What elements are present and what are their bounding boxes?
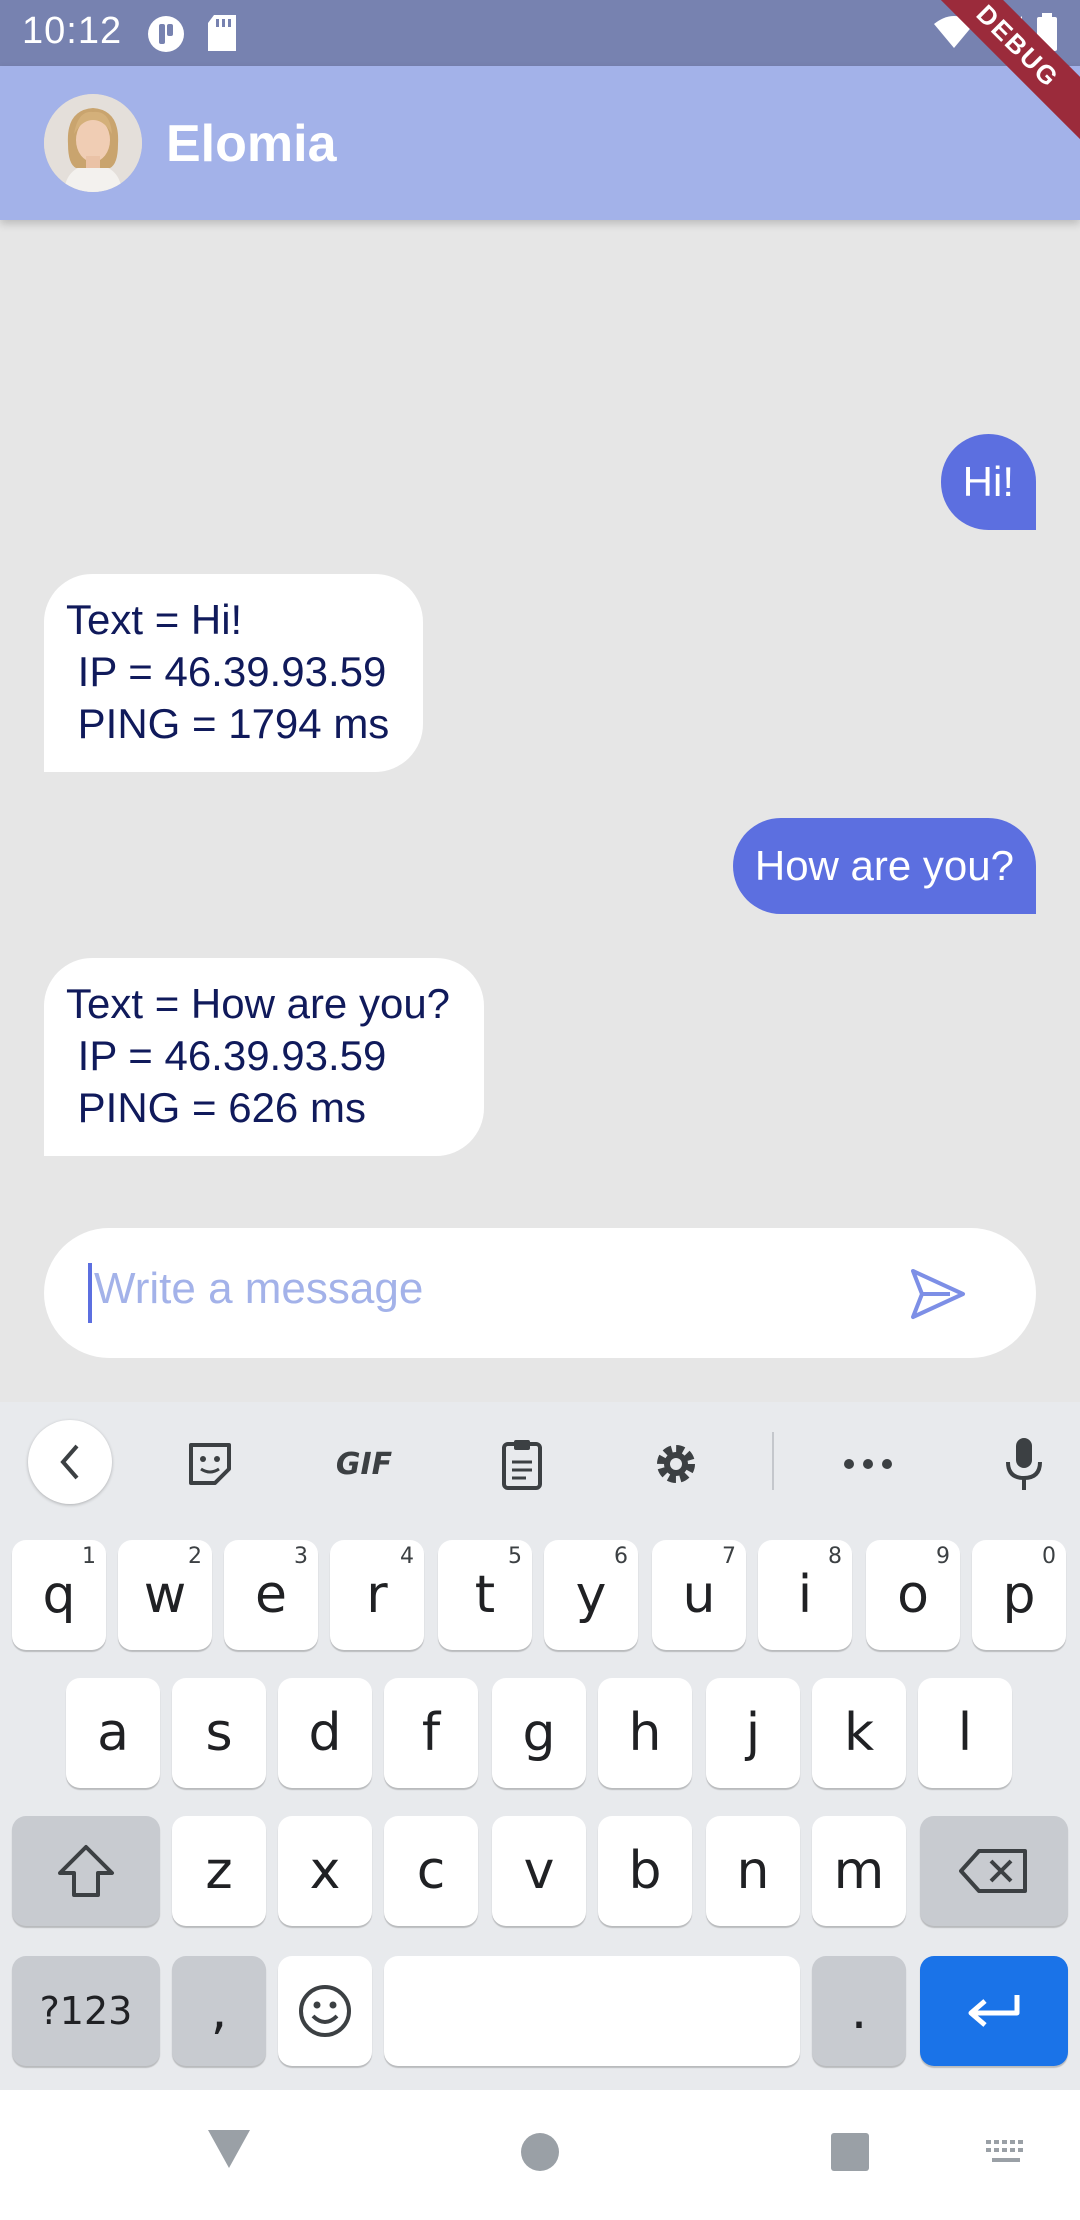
key-hint: 5	[508, 1544, 522, 1569]
key-x[interactable]: x	[278, 1816, 372, 1926]
avatar[interactable]	[44, 94, 142, 192]
back-nav-icon[interactable]	[206, 2128, 252, 2170]
key-label: w	[143, 1565, 187, 1625]
key-label: p	[1002, 1565, 1036, 1625]
enter-key[interactable]	[920, 1956, 1068, 2066]
key-k[interactable]: k	[812, 1678, 906, 1788]
more-horizontal-icon	[844, 1459, 892, 1469]
send-icon[interactable]	[910, 1268, 966, 1320]
key-label: u	[682, 1565, 716, 1625]
key-d[interactable]: d	[278, 1678, 372, 1788]
key-label: o	[897, 1565, 929, 1625]
key-label: t	[474, 1565, 496, 1625]
backspace-icon	[959, 1849, 1027, 1893]
message-bubble-sent: How are you?	[732, 818, 1036, 914]
key-a[interactable]: a	[66, 1678, 160, 1788]
key-l[interactable]: l	[918, 1678, 1012, 1788]
key-t[interactable]: t5	[438, 1540, 532, 1650]
key-j[interactable]: j	[706, 1678, 800, 1788]
sticker-button[interactable]	[170, 1424, 250, 1504]
navigation-bar	[0, 2090, 1080, 2220]
key-v[interactable]: v	[492, 1816, 586, 1926]
key-p[interactable]: p0	[972, 1540, 1066, 1650]
avatar-portrait	[44, 94, 142, 192]
clipboard-icon	[502, 1440, 542, 1490]
keyboard-switch-icon[interactable]	[984, 2138, 1030, 2166]
key-hint: 3	[294, 1544, 308, 1569]
key-s[interactable]: s	[172, 1678, 266, 1788]
key-y[interactable]: y6	[544, 1540, 638, 1650]
key-hint: 1	[82, 1544, 96, 1569]
recents-nav-icon[interactable]	[830, 2132, 870, 2172]
key-h[interactable]: h	[598, 1678, 692, 1788]
sticker-icon	[189, 1443, 231, 1485]
emoji-key[interactable]	[278, 1956, 372, 2066]
settings-button[interactable]	[636, 1424, 716, 1504]
key-q[interactable]: q1	[12, 1540, 106, 1650]
key-c[interactable]: c	[384, 1816, 478, 1926]
key-hint: 8	[828, 1544, 842, 1569]
chevron-left-icon	[60, 1444, 79, 1480]
key-n[interactable]: n	[706, 1816, 800, 1926]
message-bubble-received: Text = How are you? IP = 46.39.93.59 PIN…	[44, 958, 485, 1156]
keyboard: GIF q 1 w 2 e 3 r 4 t 5 y 6 u 7 i 8 o 9 …	[0, 1402, 1080, 2090]
symbols-key[interactable]: ?123	[12, 1956, 160, 2066]
key-label: r	[366, 1565, 388, 1625]
home-nav-icon[interactable]	[520, 2132, 560, 2172]
collapse-toolbar-button[interactable]	[28, 1420, 112, 1504]
key-w[interactable]: w2	[118, 1540, 212, 1650]
key-hint: 2	[188, 1544, 202, 1569]
shift-icon	[58, 1845, 114, 1897]
key-o[interactable]: o9	[866, 1540, 960, 1650]
enter-icon	[968, 1995, 1020, 2027]
key-z[interactable]: z	[172, 1816, 266, 1926]
app-bar: Elomia	[0, 66, 1080, 220]
key-i[interactable]: i8	[758, 1540, 852, 1650]
text-cursor	[88, 1263, 92, 1323]
key-r[interactable]: r4	[330, 1540, 424, 1650]
key-hint: 7	[722, 1544, 736, 1569]
microphone-icon	[1006, 1438, 1042, 1490]
sd-card-icon	[208, 15, 236, 51]
key-label: y	[575, 1565, 607, 1625]
key-b[interactable]: b	[598, 1816, 692, 1926]
status-time: 10:12	[22, 10, 123, 52]
shift-key[interactable]	[12, 1816, 160, 1926]
key-label: q	[42, 1565, 76, 1625]
gif-button[interactable]: GIF	[324, 1424, 404, 1504]
message-bubble-received: Text = Hi! IP = 46.39.93.59 PING = 1794 …	[44, 574, 424, 772]
key-hint: 9	[936, 1544, 950, 1569]
backspace-key[interactable]	[920, 1816, 1068, 1926]
gear-icon	[657, 1445, 695, 1483]
status-bar: 10:12	[0, 0, 1080, 66]
key-label: i	[797, 1565, 813, 1625]
comma-key[interactable]: ,	[172, 1956, 266, 2066]
key-g[interactable]: g	[492, 1678, 586, 1788]
key-label: e	[255, 1565, 287, 1625]
message-bubble-sent: Hi!	[940, 434, 1036, 530]
key-hint: 0	[1042, 1544, 1056, 1569]
app-title: Elomia	[166, 115, 337, 173]
emoji-icon	[299, 1985, 351, 2037]
voice-input-button[interactable]	[984, 1424, 1064, 1504]
key-f[interactable]: f	[384, 1678, 478, 1788]
toolbar-divider	[772, 1432, 774, 1490]
key-hint: 6	[614, 1544, 628, 1569]
key-m[interactable]: m	[812, 1816, 906, 1926]
clipboard-button[interactable]	[482, 1424, 562, 1504]
message-input[interactable]: Write a message	[44, 1228, 1036, 1358]
notification-app-icon	[148, 16, 184, 52]
spacebar[interactable]	[384, 1956, 800, 2066]
key-hint: 4	[400, 1544, 414, 1569]
key-e[interactable]: e3	[224, 1540, 318, 1650]
message-input-placeholder: Write a message	[94, 1264, 424, 1313]
period-key[interactable]: .	[812, 1956, 906, 2066]
keyboard-toolbar: GIF	[0, 1402, 1080, 1520]
more-options-button[interactable]	[828, 1424, 908, 1504]
key-u[interactable]: u7	[652, 1540, 746, 1650]
